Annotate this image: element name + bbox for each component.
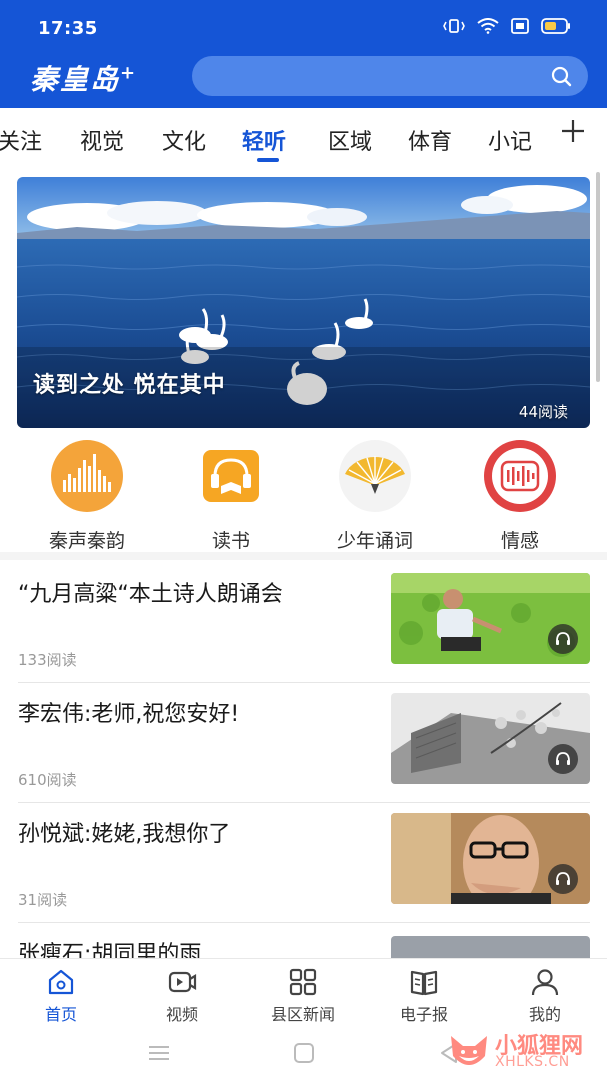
banner-carousel[interactable]: 读到之处 悦在其中 44阅读	[17, 177, 590, 428]
logo-text: 秦皇岛	[30, 63, 121, 96]
news-thumbnail[interactable]	[391, 813, 590, 904]
tab-notes[interactable]: 小记	[488, 124, 532, 156]
nav-video[interactable]: 视频	[127, 967, 237, 1025]
news-read-count: 133阅读	[18, 651, 77, 669]
category-youth-poetry[interactable]: 少年诵词	[310, 440, 440, 553]
nav-profile[interactable]: 我的	[490, 967, 600, 1025]
nav-label: 我的	[528, 1005, 561, 1024]
status-time: 17:35	[38, 18, 98, 39]
fox-logo-icon	[451, 1036, 487, 1065]
audio-icon[interactable]	[548, 744, 578, 774]
active-tab-indicator	[257, 158, 279, 162]
tab-sports[interactable]: 体育	[408, 124, 452, 156]
watermark-url: XHLKS.CN	[495, 1054, 570, 1070]
bottom-navigation: 首页 视频 县区新闻 电子报 我的	[0, 958, 607, 1028]
news-thumbnail[interactable]	[391, 936, 590, 958]
banner-read-count: 44阅读	[518, 403, 568, 421]
nav-label: 首页	[44, 1005, 77, 1024]
app-logo[interactable]: 秦皇岛+	[30, 58, 137, 98]
nav-epaper[interactable]: 电子报	[369, 967, 479, 1025]
section-divider	[0, 552, 607, 560]
nav-label: 电子报	[399, 1005, 448, 1024]
audio-icon[interactable]	[548, 864, 578, 894]
news-read-count: 610阅读	[18, 771, 77, 789]
category-label: 少年诵词	[336, 530, 413, 552]
tab-visual[interactable]: 视觉	[80, 124, 124, 156]
category-label: 读书	[211, 530, 250, 552]
tab-culture[interactable]: 文化	[162, 124, 206, 156]
app-header: 17:35 秦皇岛+	[0, 0, 607, 108]
channel-tabs: 关注 视觉 文化 轻听 区域 体育 小记	[0, 108, 607, 166]
battery-icon	[541, 18, 571, 34]
audio-icon[interactable]	[548, 624, 578, 654]
wifi-icon	[477, 18, 499, 34]
list-item[interactable]: 李宏伟:老师,祝您安好! 610阅读	[0, 683, 607, 803]
list-item[interactable]: 张瘦石:胡同里的雨	[0, 923, 607, 958]
category-label: 秦声秦韵	[48, 530, 125, 552]
status-bar: 17:35	[0, 0, 607, 54]
news-thumbnail[interactable]	[391, 573, 590, 664]
nav-county-news[interactable]: 县区新闻	[248, 967, 358, 1025]
logo-suffix: +	[120, 62, 138, 84]
nav-label: 县区新闻	[270, 1005, 335, 1024]
menu-icon[interactable]	[146, 1040, 172, 1066]
home-icon	[48, 969, 74, 995]
book-headphones-icon	[203, 450, 259, 502]
news-read-count: 31阅读	[18, 891, 68, 909]
news-title[interactable]: 孙悦斌:姥姥,我想你了	[18, 817, 368, 853]
search-icon[interactable]	[550, 65, 572, 87]
profile-icon	[531, 969, 559, 996]
list-item[interactable]: 孙悦斌:姥姥,我想你了 31阅读	[0, 803, 607, 923]
watermark: 小狐狸网 XHLKS.CN	[447, 1028, 597, 1076]
scrollbar[interactable]	[596, 172, 600, 382]
banner-title[interactable]: 读到之处 悦在其中	[33, 367, 226, 399]
category-qinsheng[interactable]: 秦声秦韵	[22, 440, 152, 553]
radio-icon	[484, 440, 556, 512]
news-thumbnail[interactable]	[391, 693, 590, 784]
category-reading[interactable]: 读书	[166, 440, 296, 553]
video-icon	[168, 971, 197, 993]
vibrate-icon	[443, 18, 465, 34]
soundwave-icon	[51, 440, 123, 512]
news-title[interactable]: 李宏伟:老师,祝您安好!	[18, 697, 368, 733]
tab-listen[interactable]: 轻听	[242, 124, 286, 156]
newspaper-icon	[410, 970, 438, 996]
list-item[interactable]: “九月高粱“本土诗人朗诵会 133阅读	[0, 563, 607, 683]
category-label: 情感	[500, 530, 539, 552]
tab-region[interactable]: 区域	[328, 124, 372, 156]
search-input[interactable]	[192, 56, 588, 96]
home-button-icon[interactable]	[291, 1040, 317, 1066]
nav-home[interactable]: 首页	[6, 967, 116, 1025]
grid-icon	[289, 968, 317, 996]
tab-follow[interactable]: 关注	[0, 124, 42, 156]
news-title[interactable]: “九月高粱“本土诗人朗诵会	[18, 577, 368, 613]
nav-label: 视频	[165, 1005, 198, 1024]
category-emotion[interactable]: 情感	[455, 440, 585, 553]
sim-icon	[511, 18, 529, 34]
fan-icon	[339, 440, 411, 512]
add-channel-icon[interactable]	[560, 118, 586, 144]
news-title[interactable]: 张瘦石:胡同里的雨	[18, 937, 368, 958]
